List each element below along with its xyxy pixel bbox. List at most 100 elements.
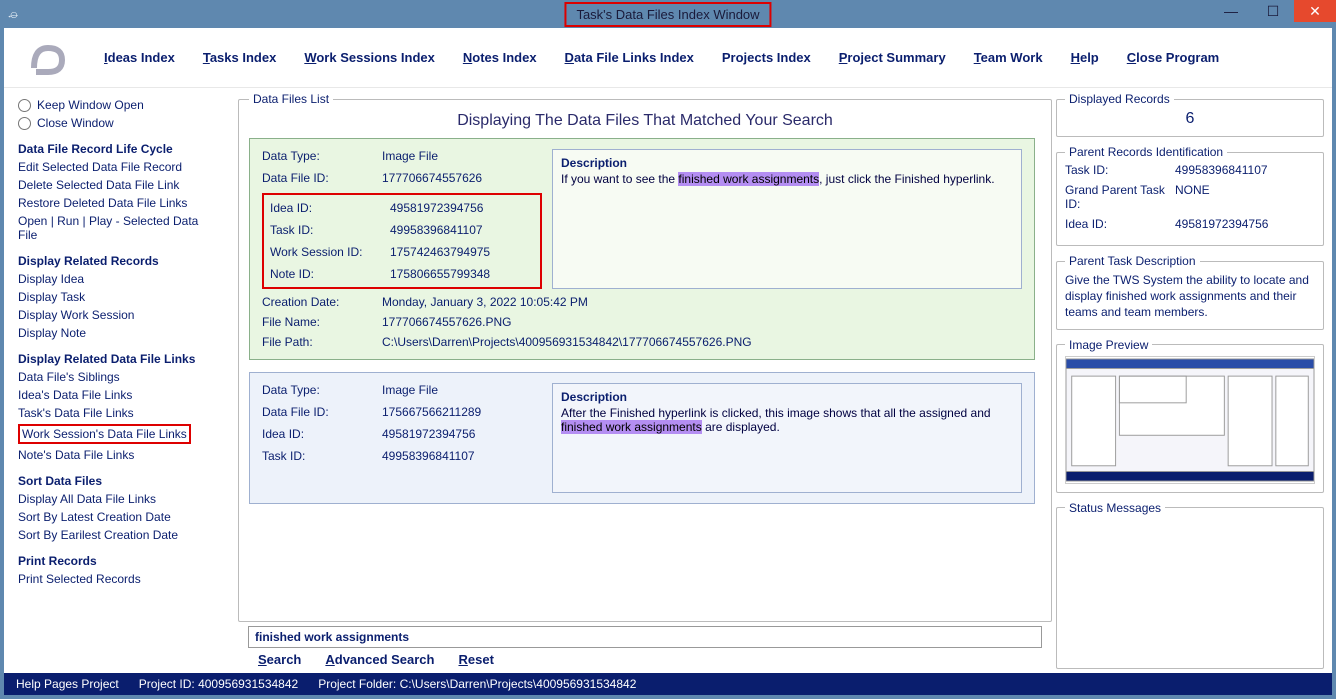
label-task-id: Task ID:: [270, 223, 390, 237]
value-file-name: 177706674557626.PNG: [382, 315, 1022, 329]
status-help-pages[interactable]: Help Pages Project: [16, 677, 119, 691]
side-display-idea[interactable]: Display Idea: [18, 272, 220, 286]
side-task-file-links[interactable]: Task's Data File Links: [18, 406, 220, 420]
side-display-note[interactable]: Display Note: [18, 326, 220, 340]
reset-link[interactable]: Reset: [458, 652, 493, 667]
menu-projects-index[interactable]: Projects Index: [722, 50, 811, 65]
maximize-button[interactable]: ☐: [1252, 0, 1294, 22]
side-sort-latest[interactable]: Sort By Latest Creation Date: [18, 510, 220, 524]
description-box: Description If you want to see the finis…: [552, 149, 1022, 289]
side-note-file-links[interactable]: Note's Data File Links: [18, 448, 220, 462]
label-data-type: Data Type:: [262, 149, 382, 163]
side-ws-file-links[interactable]: Work Session's Data File Links: [18, 424, 191, 444]
side-delete-link[interactable]: Delete Selected Data File Link: [18, 178, 220, 192]
side-idea-file-links[interactable]: Idea's Data File Links: [18, 388, 220, 402]
pr-task-id-value: 49958396841107: [1175, 163, 1315, 177]
search-link[interactable]: Search: [258, 652, 301, 667]
menu-team-work-label: eam Work: [981, 50, 1043, 65]
menu-notes-index-label: otes Index: [472, 50, 536, 65]
displayed-records-legend: Displayed Records: [1065, 92, 1174, 106]
statusbar: Help Pages Project Project ID: 400956931…: [4, 673, 1332, 695]
displayed-records-fieldset: Displayed Records 6: [1056, 92, 1324, 137]
description-text-post: , just click the Finished hyperlink.: [819, 172, 994, 186]
menu-ideas-index-label: deas Index: [108, 50, 175, 65]
side-display-work-session[interactable]: Display Work Session: [18, 308, 220, 322]
value-task-id: 49958396841107: [382, 449, 542, 463]
menu-help[interactable]: Help: [1071, 50, 1099, 65]
label-idea-id: Idea ID:: [270, 201, 390, 215]
menubar: Ideas Index Tasks Index Work Sessions In…: [4, 28, 1332, 88]
side-display-task[interactable]: Display Task: [18, 290, 220, 304]
ids-highlight-box: Idea ID: 49581972394756 Task ID: 4995839…: [262, 193, 542, 289]
advanced-search-link[interactable]: Advanced Search: [325, 652, 434, 667]
value-data-type: Image File: [382, 149, 542, 163]
main-area: Data Files List Displaying The Data File…: [234, 88, 1052, 673]
value-idea-id: 49581972394756: [390, 201, 534, 215]
data-file-record[interactable]: Data Type: Image File Data File ID: 1777…: [249, 138, 1035, 360]
parent-records-ident-fieldset: Parent Records Identification Task ID:49…: [1056, 145, 1324, 246]
value-task-id: 49958396841107: [390, 223, 534, 237]
side-head-print: Print Records: [18, 554, 220, 568]
description-text-post: are displayed.: [702, 420, 780, 434]
close-button[interactable]: ✕: [1294, 0, 1336, 22]
side-restore-links[interactable]: Restore Deleted Data File Links: [18, 196, 220, 210]
value-note-id: 175806655799348: [390, 267, 534, 281]
label-data-file-id: Data File ID:: [262, 171, 382, 185]
pr-task-id-label: Task ID:: [1065, 163, 1175, 177]
value-data-file-id: 175667566211289: [382, 405, 542, 419]
side-sort-earliest[interactable]: Sort By Earilest Creation Date: [18, 528, 220, 542]
data-files-list-scroll[interactable]: Data Type: Image File Data File ID: 1777…: [249, 138, 1041, 615]
label-idea-id: Idea ID:: [262, 427, 382, 441]
menu-notes-index[interactable]: Notes Index: [463, 50, 537, 65]
data-file-record[interactable]: Data Type: Image File Data File ID: 1756…: [249, 372, 1035, 504]
description-highlight: finished work assignments: [561, 420, 702, 434]
side-print-selected[interactable]: Print Selected Records: [18, 572, 220, 586]
menu-work-sessions-index[interactable]: Work Sessions Index: [304, 50, 435, 65]
parent-task-desc-legend: Parent Task Description: [1065, 254, 1200, 268]
description-text-pre: If you want to see the: [561, 172, 678, 186]
menu-work-sessions-index-label: ork Sessions Index: [316, 50, 435, 65]
status-project-id: Project ID: 400956931534842: [139, 677, 298, 691]
menu-data-file-links-index-label: ata File Links Index: [574, 50, 694, 65]
menu-project-summary[interactable]: Project Summary: [839, 50, 946, 65]
side-open-run-play[interactable]: Open | Run | Play - Selected Data File: [18, 214, 220, 242]
label-ws-id: Work Session ID:: [270, 245, 390, 259]
side-head-sort: Sort Data Files: [18, 474, 220, 488]
label-note-id: Note ID:: [270, 267, 390, 281]
side-file-siblings[interactable]: Data File's Siblings: [18, 370, 220, 384]
value-creation-date: Monday, January 3, 2022 10:05:42 PM: [382, 295, 1022, 309]
menu-tasks-index[interactable]: Tasks Index: [203, 50, 276, 65]
description-text-pre: After the Finished hyperlink is clicked,…: [561, 406, 991, 420]
side-edit-record[interactable]: Edit Selected Data File Record: [18, 160, 220, 174]
menu-tasks-index-label: asks Index: [210, 50, 277, 65]
side-head-life-cycle: Data File Record Life Cycle: [18, 142, 220, 156]
menu-data-file-links-index[interactable]: Data File Links Index: [565, 50, 694, 65]
menu-ideas-index[interactable]: Ideas Index: [104, 50, 175, 65]
pr-idea-id-value: 49581972394756: [1175, 217, 1315, 231]
label-creation-date: Creation Date:: [262, 295, 382, 309]
parent-task-desc-text: Give the TWS System the ability to locat…: [1065, 272, 1315, 321]
value-ws-id: 175742463794975: [390, 245, 534, 259]
close-window-radio[interactable]: Close Window: [18, 116, 220, 130]
data-files-list-fieldset: Data Files List Displaying The Data File…: [238, 92, 1052, 622]
pr-gp-task-id-value: NONE: [1175, 183, 1315, 211]
side-head-related-records: Display Related Records: [18, 254, 220, 268]
minimize-button[interactable]: —: [1210, 0, 1252, 22]
search-input[interactable]: [248, 626, 1042, 648]
label-data-file-id: Data File ID:: [262, 405, 382, 419]
keep-window-open-radio[interactable]: Keep Window Open: [18, 98, 220, 112]
parent-records-ident-legend: Parent Records Identification: [1065, 145, 1227, 159]
titlebar: ⌮ Task's Data Files Index Window — ☐ ✕: [0, 0, 1336, 28]
label-data-type: Data Type:: [262, 383, 382, 397]
displayed-records-value: 6: [1065, 110, 1315, 128]
description-highlight: finished work assignments: [678, 172, 819, 186]
image-preview-legend: Image Preview: [1065, 338, 1152, 352]
side-display-all-links[interactable]: Display All Data File Links: [18, 492, 220, 506]
description-box: Description After the Finished hyperlink…: [552, 383, 1022, 493]
parent-task-desc-fieldset: Parent Task Description Give the TWS Sys…: [1056, 254, 1324, 330]
menu-close-program[interactable]: Close Program: [1127, 50, 1219, 65]
menu-team-work[interactable]: Team Work: [974, 50, 1043, 65]
value-data-type: Image File: [382, 383, 542, 397]
image-preview-thumbnail[interactable]: [1065, 356, 1315, 484]
data-files-list-title: Displaying The Data Files That Matched Y…: [249, 112, 1041, 130]
